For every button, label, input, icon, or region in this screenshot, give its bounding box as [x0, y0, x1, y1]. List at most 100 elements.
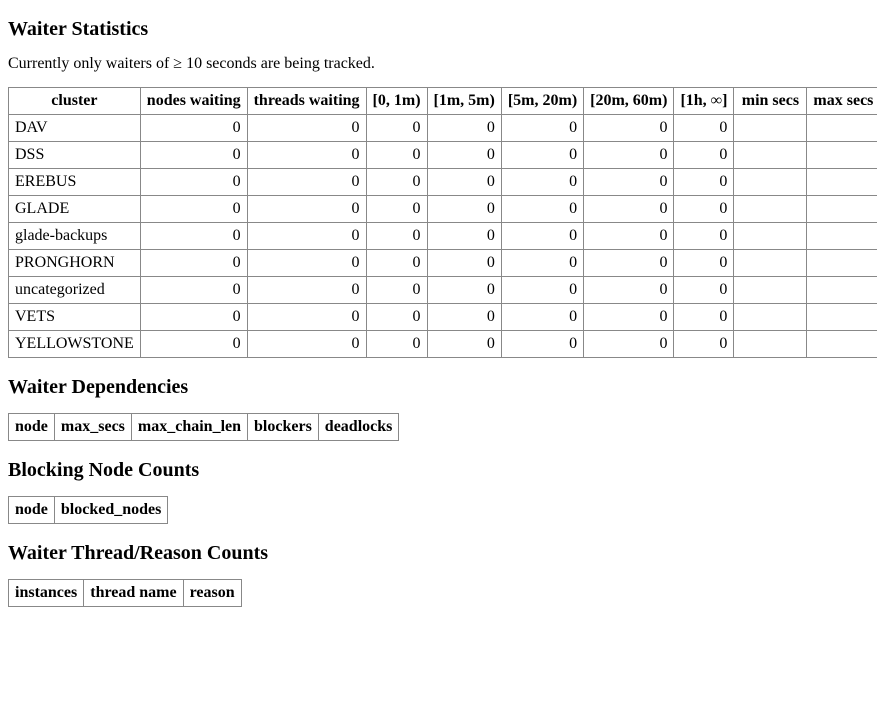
cell-max-secs: [807, 304, 877, 331]
cell-1m-5m: 0: [427, 196, 501, 223]
cell-0-1m: 0: [366, 304, 427, 331]
cell-cluster: VETS: [9, 304, 141, 331]
cell-1m-5m: 0: [427, 142, 501, 169]
cell-nodes-waiting: 0: [140, 223, 247, 250]
cell-1h-inf: 0: [674, 304, 734, 331]
cell-1m-5m: 0: [427, 169, 501, 196]
col-1m-5m: [1m, 5m): [427, 88, 501, 115]
col-20m-60m: [20m, 60m): [584, 88, 674, 115]
waiter-statistics-heading: Waiter Statistics: [8, 18, 869, 41]
cell-1h-inf: 0: [674, 115, 734, 142]
cell-threads-waiting: 0: [247, 142, 366, 169]
cell-5m-20m: 0: [501, 331, 583, 358]
cell-5m-20m: 0: [501, 115, 583, 142]
table-row: EREBUS0000000: [9, 169, 877, 196]
cell-20m-60m: 0: [584, 304, 674, 331]
cell-20m-60m: 0: [584, 223, 674, 250]
cell-nodes-waiting: 0: [140, 277, 247, 304]
cell-cluster: PRONGHORN: [9, 250, 141, 277]
table-row: VETS0000000: [9, 304, 877, 331]
cell-0-1m: 0: [366, 223, 427, 250]
cell-cluster: uncategorized: [9, 277, 141, 304]
cell-min-secs: [734, 331, 807, 358]
col-1h-inf: [1h, ∞]: [674, 88, 734, 115]
cell-threads-waiting: 0: [247, 115, 366, 142]
cell-1m-5m: 0: [427, 250, 501, 277]
cell-cluster: glade-backups: [9, 223, 141, 250]
cell-nodes-waiting: 0: [140, 196, 247, 223]
cell-1m-5m: 0: [427, 331, 501, 358]
cell-20m-60m: 0: [584, 331, 674, 358]
cell-min-secs: [734, 223, 807, 250]
cell-5m-20m: 0: [501, 277, 583, 304]
table-row: PRONGHORN0000000: [9, 250, 877, 277]
table-header-row: instances thread name reason: [9, 580, 242, 607]
waiter-thread-reason-heading: Waiter Thread/Reason Counts: [8, 542, 869, 565]
cell-max-secs: [807, 169, 877, 196]
cell-20m-60m: 0: [584, 142, 674, 169]
cell-threads-waiting: 0: [247, 169, 366, 196]
cell-cluster: EREBUS: [9, 169, 141, 196]
waiter-dependencies-heading: Waiter Dependencies: [8, 376, 869, 399]
cell-1h-inf: 0: [674, 250, 734, 277]
cell-0-1m: 0: [366, 115, 427, 142]
cell-max-secs: [807, 250, 877, 277]
cell-min-secs: [734, 142, 807, 169]
col-5m-20m: [5m, 20m): [501, 88, 583, 115]
cell-1h-inf: 0: [674, 223, 734, 250]
cell-5m-20m: 0: [501, 250, 583, 277]
cell-nodes-waiting: 0: [140, 331, 247, 358]
col-blockers: blockers: [248, 414, 319, 441]
cell-nodes-waiting: 0: [140, 169, 247, 196]
cell-0-1m: 0: [366, 331, 427, 358]
waiter-dependencies-table: node max_secs max_chain_len blockers dea…: [8, 413, 399, 441]
cell-20m-60m: 0: [584, 169, 674, 196]
cell-max-secs: [807, 142, 877, 169]
cell-max-secs: [807, 196, 877, 223]
cell-threads-waiting: 0: [247, 277, 366, 304]
col-instances: instances: [9, 580, 84, 607]
cell-0-1m: 0: [366, 196, 427, 223]
cell-cluster: DAV: [9, 115, 141, 142]
col-0-1m: [0, 1m): [366, 88, 427, 115]
table-row: YELLOWSTONE0000000: [9, 331, 877, 358]
cell-min-secs: [734, 277, 807, 304]
cell-1m-5m: 0: [427, 277, 501, 304]
table-row: DSS0000000: [9, 142, 877, 169]
col-thread-name: thread name: [84, 580, 183, 607]
table-header-row: node max_secs max_chain_len blockers dea…: [9, 414, 399, 441]
col-max-chain-len: max_chain_len: [131, 414, 247, 441]
cell-0-1m: 0: [366, 169, 427, 196]
table-header-row: node blocked_nodes: [9, 497, 168, 524]
cell-1m-5m: 0: [427, 223, 501, 250]
cell-5m-20m: 0: [501, 142, 583, 169]
cell-nodes-waiting: 0: [140, 115, 247, 142]
col-threads-waiting: threads waiting: [247, 88, 366, 115]
cell-min-secs: [734, 250, 807, 277]
col-deadlocks: deadlocks: [318, 414, 399, 441]
col-cluster: cluster: [9, 88, 141, 115]
cell-1m-5m: 0: [427, 304, 501, 331]
cell-nodes-waiting: 0: [140, 304, 247, 331]
cell-min-secs: [734, 115, 807, 142]
cell-1h-inf: 0: [674, 169, 734, 196]
cell-5m-20m: 0: [501, 196, 583, 223]
table-row: uncategorized0000000: [9, 277, 877, 304]
cell-min-secs: [734, 304, 807, 331]
cell-1m-5m: 0: [427, 115, 501, 142]
cell-nodes-waiting: 0: [140, 250, 247, 277]
cell-cluster: YELLOWSTONE: [9, 331, 141, 358]
cell-1h-inf: 0: [674, 277, 734, 304]
cell-cluster: GLADE: [9, 196, 141, 223]
table-row: DAV0000000: [9, 115, 877, 142]
cell-5m-20m: 0: [501, 304, 583, 331]
cell-0-1m: 0: [366, 250, 427, 277]
cell-max-secs: [807, 115, 877, 142]
col-min-secs: min secs: [734, 88, 807, 115]
cell-max-secs: [807, 331, 877, 358]
waiter-thread-reason-table: instances thread name reason: [8, 579, 242, 607]
cell-1h-inf: 0: [674, 331, 734, 358]
cell-threads-waiting: 0: [247, 304, 366, 331]
col-max-secs: max secs: [807, 88, 877, 115]
col-nodes-waiting: nodes waiting: [140, 88, 247, 115]
